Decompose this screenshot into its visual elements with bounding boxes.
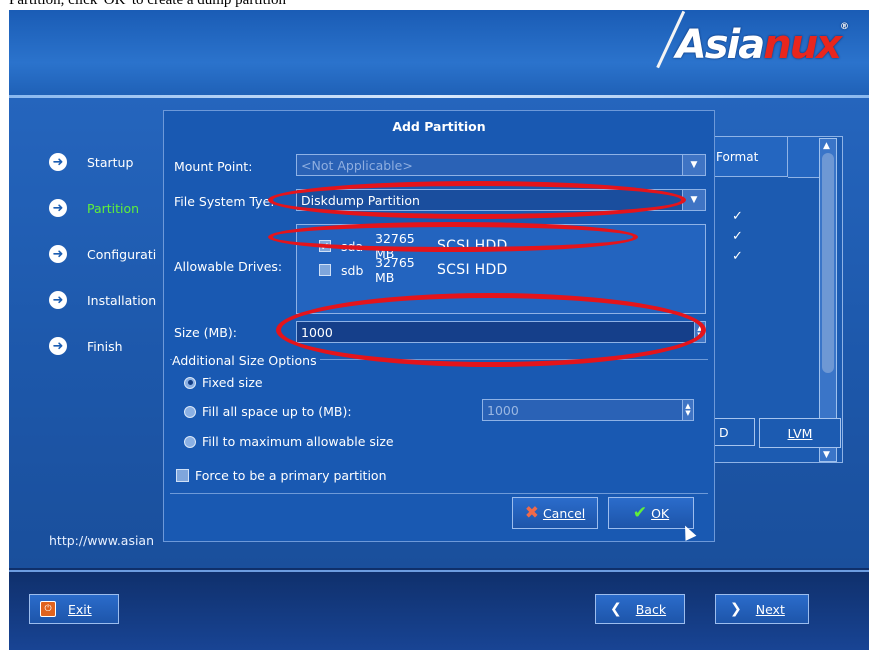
cancel-label: Cancel — [542, 505, 586, 521]
filesystem-type-label: File System Tye: — [174, 194, 275, 209]
fill-up-to-input[interactable]: 1000 ▲ ▼ — [482, 399, 694, 421]
header-banner: Asianux® — [9, 10, 869, 98]
size-input[interactable]: 1000 ▲ ▼ — [296, 321, 706, 343]
step-label: Configurati — [87, 246, 157, 262]
radio-label: Fill to maximum allowable size — [202, 434, 394, 449]
back-label: Back — [635, 601, 667, 617]
back-arrow-icon: ❮ — [610, 601, 622, 617]
arrow-circle-icon: ➜ — [49, 245, 67, 263]
radio-fixed-size[interactable]: Fixed size — [184, 375, 263, 390]
buttons-divider — [170, 493, 708, 494]
lvm-button[interactable]: LVM — [759, 418, 841, 448]
spin-button[interactable]: ▲ ▼ — [694, 322, 705, 342]
footer-bar: ⏻ Exit ❮ Back ❯ Next — [9, 568, 869, 650]
radio-selected-icon[interactable] — [184, 376, 196, 389]
step-installation: ➜ Installation — [49, 289, 156, 311]
website-url: http://www.asian — [49, 533, 155, 548]
mount-point-value: <Not Applicable> — [301, 157, 413, 173]
allowable-drives-label: Allowable Drives: — [174, 259, 283, 274]
check-icon: ✓ — [732, 209, 743, 224]
scroll-thumb[interactable] — [822, 153, 834, 373]
step-label: Finish — [87, 338, 123, 354]
force-primary-label: Force to be a primary partition — [195, 468, 387, 483]
vertical-scrollbar[interactable]: ▲ ▼ — [819, 138, 837, 462]
ok-check-icon: ✔ — [632, 503, 648, 523]
drive-name: sda — [341, 238, 364, 254]
radio-fill-up-to[interactable]: Fill all space up to (MB): — [184, 404, 352, 419]
step-startup: ➜ Startup — [49, 151, 133, 173]
step-label: Installation — [87, 292, 157, 308]
ok-label: OK — [651, 505, 670, 521]
step-partition: ➜ Partition — [49, 197, 139, 219]
scroll-down-icon[interactable]: ▼ — [823, 450, 830, 460]
step-label: Partition — [87, 200, 140, 216]
check-icon: ✓ — [732, 249, 743, 264]
arrow-circle-icon: ➜ — [49, 337, 67, 355]
check-icon: ✓ — [732, 229, 743, 244]
scroll-up-icon[interactable]: ▲ — [823, 141, 830, 151]
column-header-format[interactable]: Format — [710, 137, 788, 177]
drive-size: 32765 MB — [375, 255, 415, 285]
drive-checkbox[interactable] — [319, 264, 331, 276]
column-header — [788, 137, 820, 178]
spin-button[interactable]: ▲ ▼ — [682, 400, 693, 420]
step-finish: ➜ Finish — [49, 335, 123, 357]
mount-point-combo[interactable]: <Not Applicable> ▼ — [296, 154, 706, 176]
radio-fill-maximum[interactable]: Fill to maximum allowable size — [184, 434, 394, 449]
radio-label: Fixed size — [202, 375, 263, 390]
radio-icon[interactable] — [184, 405, 196, 418]
mount-point-label: Mount Point: — [174, 159, 253, 174]
raid-button[interactable]: D — [715, 418, 755, 446]
drive-checkbox[interactable]: ✓ — [319, 240, 331, 252]
size-value: 1000 — [301, 324, 333, 340]
drive-list: ✓ sda 32765 MB SCSI HDD sdb 32765 MB SCS… — [296, 224, 706, 314]
force-primary-checkbox[interactable]: Force to be a primary partition — [176, 468, 387, 483]
fill-up-to-value: 1000 — [487, 402, 519, 418]
filesystem-type-value: Diskdump Partition — [301, 192, 420, 208]
drive-type: SCSI HDD — [437, 238, 508, 254]
add-partition-dialog: Add Partition Mount Point: <Not Applicab… — [163, 110, 715, 542]
step-label: Startup — [87, 154, 134, 170]
step-configuration: ➜ Configurati — [49, 243, 156, 265]
dropdown-arrow-icon[interactable]: ▼ — [682, 190, 705, 210]
radio-icon[interactable] — [184, 435, 196, 448]
filesystem-type-combo[interactable]: Diskdump Partition ▼ — [296, 189, 706, 211]
checkbox-icon[interactable] — [176, 469, 189, 482]
cancel-button[interactable]: ✖ Cancel — [512, 497, 598, 529]
arrow-circle-icon: ➜ — [49, 291, 67, 309]
drive-row-sdb[interactable]: sdb 32765 MB SCSI HDD — [319, 255, 508, 285]
footer-divider — [9, 570, 869, 572]
additional-size-options-label: Additional Size Options — [172, 353, 320, 368]
next-arrow-icon: ❯ — [730, 601, 742, 617]
asianux-logo: Asianux® — [656, 10, 849, 80]
size-label: Size (MB): — [174, 325, 237, 340]
back-button[interactable]: ❮ Back — [595, 594, 685, 624]
dialog-title: Add Partition — [392, 119, 486, 134]
exit-label: Exit — [68, 601, 92, 617]
next-label: Next — [755, 601, 785, 617]
dropdown-arrow-icon[interactable]: ▼ — [682, 155, 705, 175]
arrow-circle-icon: ➜ — [49, 199, 67, 217]
exit-button[interactable]: ⏻ Exit — [29, 594, 119, 624]
arrow-circle-icon: ➜ — [49, 153, 67, 171]
next-button[interactable]: ❯ Next — [715, 594, 809, 624]
radio-label: Fill all space up to (MB): — [202, 404, 352, 419]
ok-button[interactable]: ✔ OK — [608, 497, 694, 529]
exit-icon: ⏻ — [40, 601, 56, 617]
drive-type: SCSI HDD — [437, 262, 508, 278]
cancel-x-icon: ✖ — [524, 503, 539, 523]
drive-name: sdb — [341, 262, 364, 278]
